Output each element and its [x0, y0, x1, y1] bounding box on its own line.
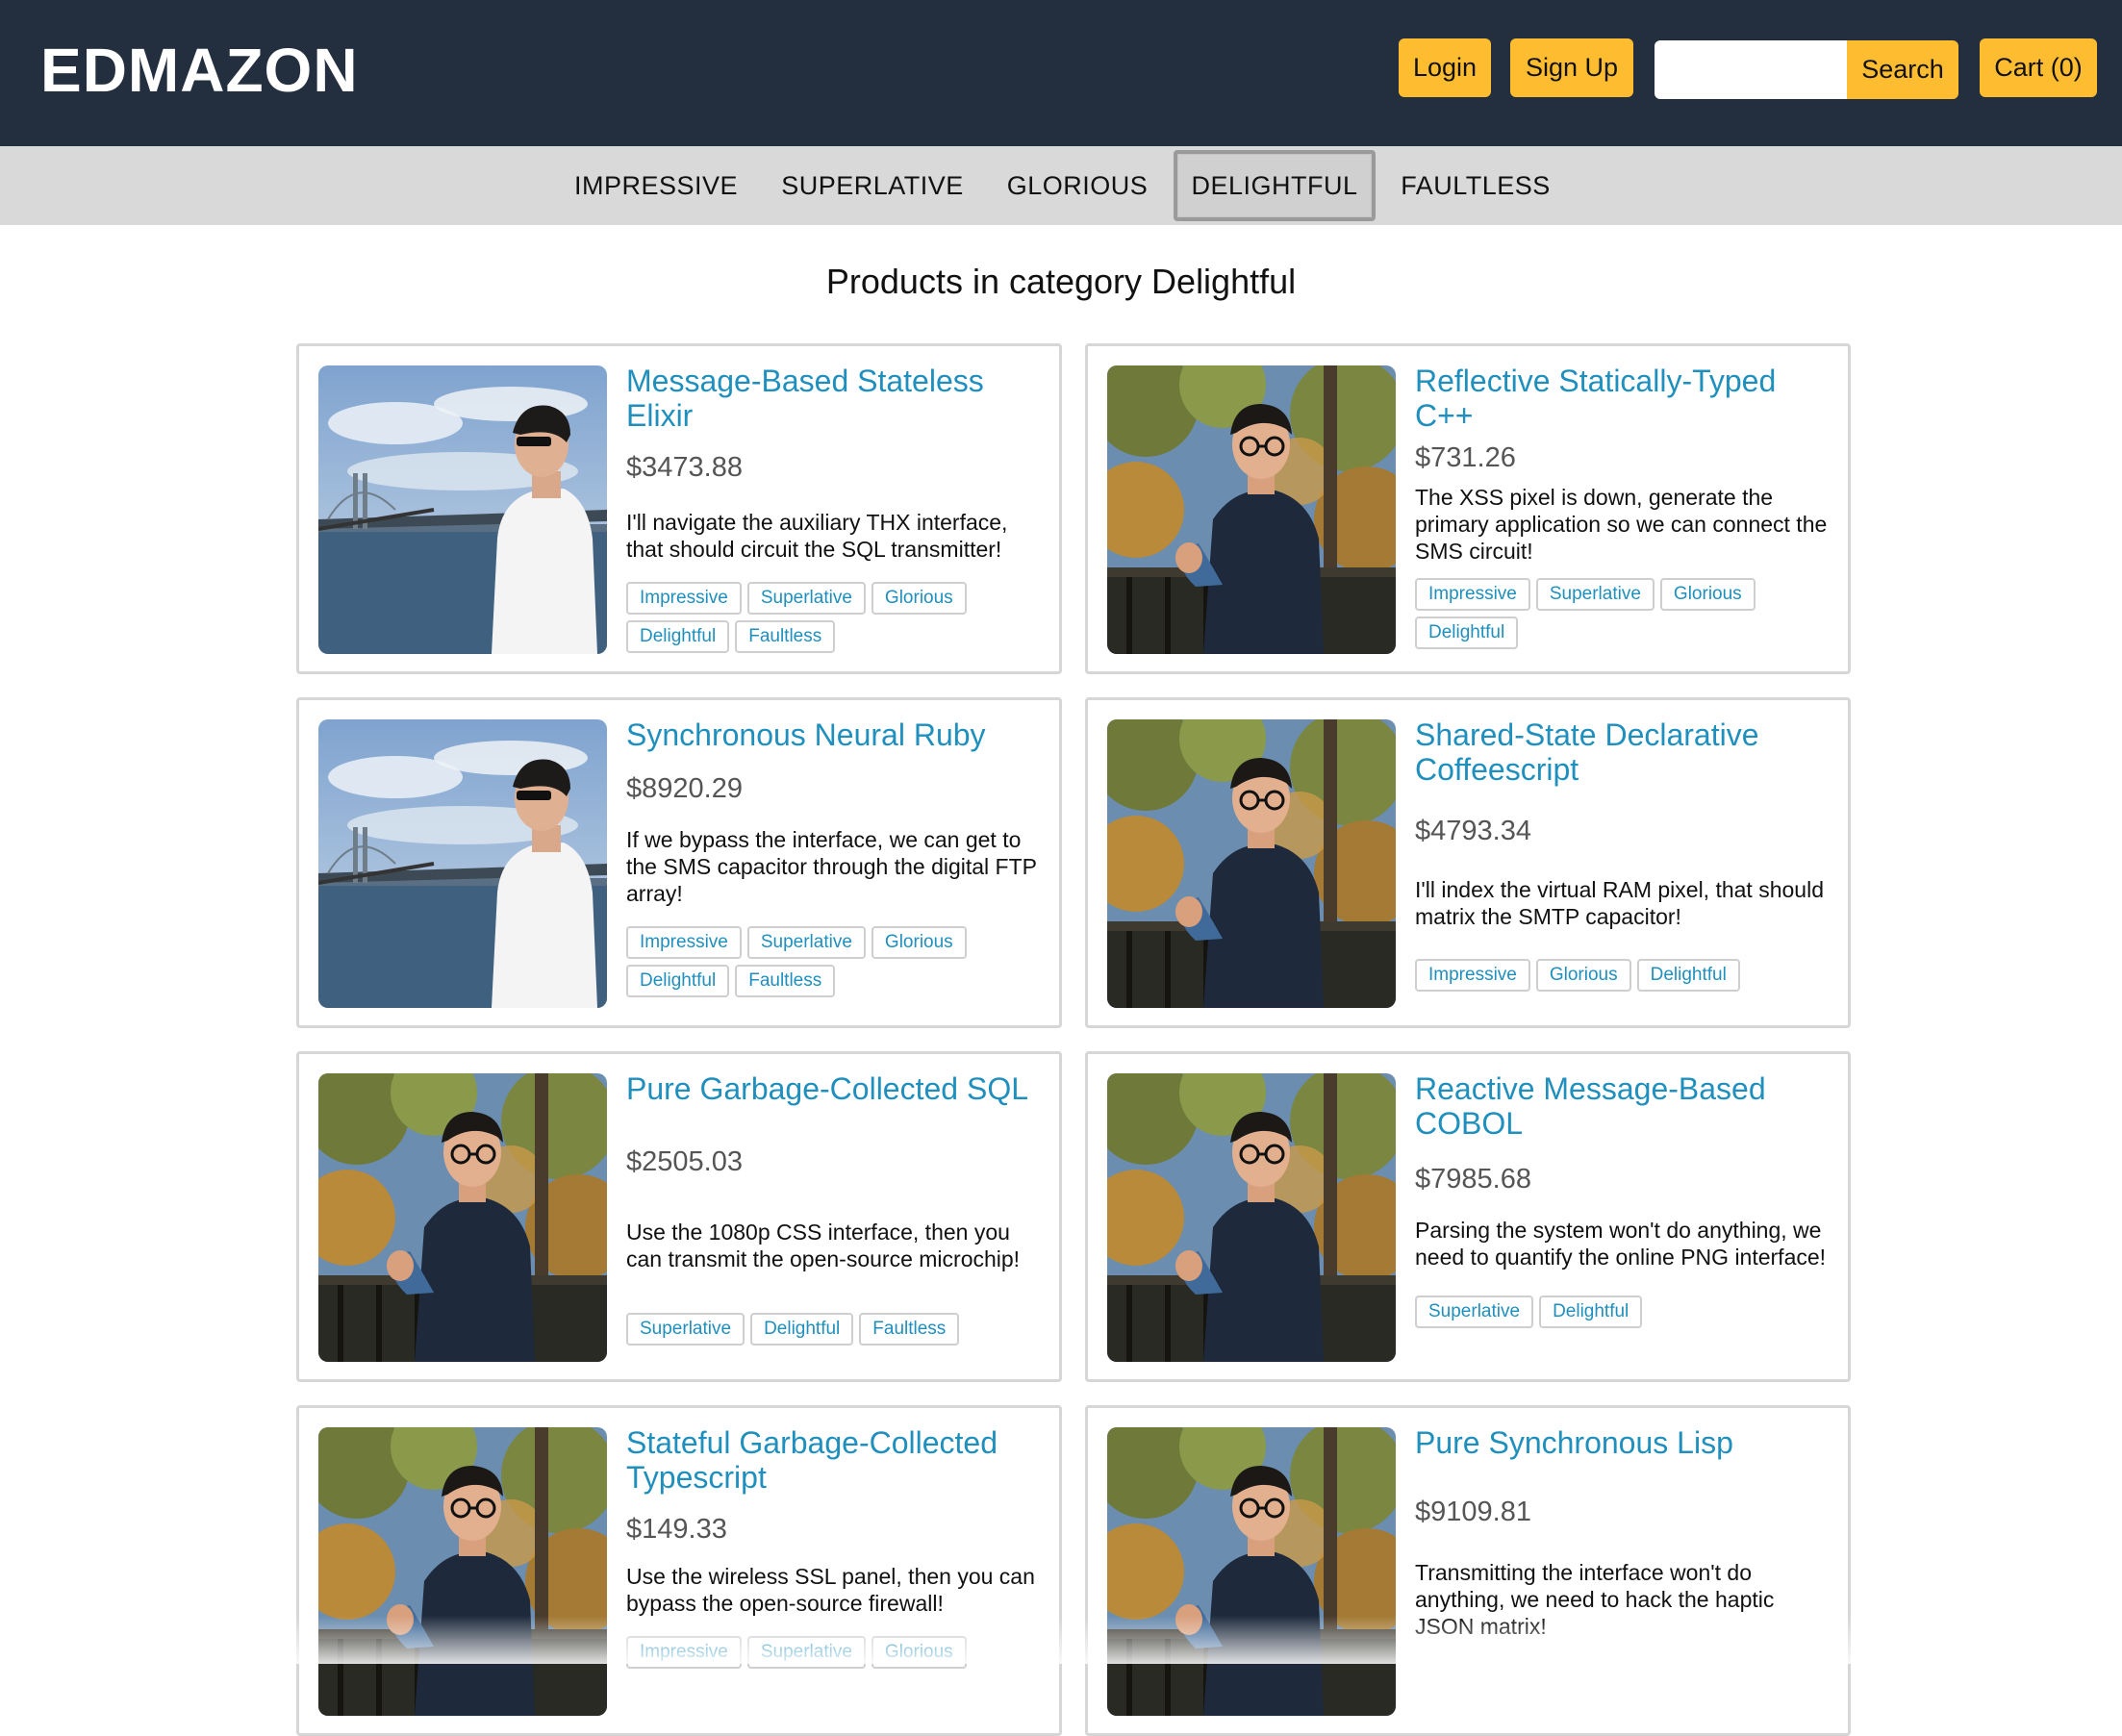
product-price: $9109.81	[1415, 1497, 1531, 1527]
category-tag[interactable]: Superlative	[746, 926, 866, 959]
product-price: $731.26	[1415, 442, 1516, 473]
product-tags: Superlative Delightful Faultless	[626, 1313, 1049, 1346]
category-tag[interactable]: Faultless	[735, 965, 836, 997]
product-name-link[interactable]: Synchronous Neural Ruby	[626, 717, 1049, 752]
product-tags: Impressive Superlative Glorious Delightful F…	[626, 926, 1049, 997]
tab-impressive[interactable]: IMPRESSIVE	[568, 150, 745, 221]
product-description: Use the 1080p CSS interface, then you ca…	[626, 1220, 1021, 1271]
category-tag[interactable]: Superlative	[1535, 578, 1655, 611]
category-tag[interactable]: Glorious	[1659, 578, 1756, 611]
product-image[interactable]	[1107, 719, 1396, 1008]
cart-button[interactable]: Cart (0)	[1980, 38, 2097, 97]
product-card: Message-Based Stateless Elixir $3473.88 …	[296, 343, 1062, 674]
category-tag[interactable]: Impressive	[1415, 578, 1530, 611]
product-image[interactable]	[1107, 1073, 1396, 1362]
signup-button[interactable]: Sign Up	[1510, 38, 1633, 97]
category-tag[interactable]: Delightful	[1636, 959, 1740, 992]
product-price: $7985.68	[1415, 1164, 1531, 1195]
category-tag[interactable]: Delightful	[626, 965, 730, 997]
tab-delightful[interactable]: DELIGHTFUL	[1174, 150, 1376, 221]
category-nav: IMPRESSIVE SUPERLATIVE GLORIOUS DELIGHTF…	[0, 146, 2122, 225]
product-image[interactable]	[1107, 365, 1396, 654]
product-tags: Impressive Superlative Glorious Delightful	[1415, 578, 1838, 649]
product-tags: Impressive Superlative Glorious Delightful F…	[626, 582, 1049, 653]
category-tag[interactable]: Glorious	[871, 582, 967, 615]
category-tag[interactable]: Delightful	[1415, 616, 1519, 649]
product-price: $2505.03	[626, 1146, 743, 1177]
product-price: $8920.29	[626, 773, 743, 804]
product-card: Synchronous Neural Ruby $8920.29 If we b…	[296, 697, 1062, 1028]
tab-superlative[interactable]: SUPERLATIVE	[770, 150, 975, 221]
category-tag[interactable]: Faultless	[735, 620, 836, 653]
product-image[interactable]	[318, 1427, 607, 1716]
product-card: Stateful Garbage-Collected Typescript $1…	[296, 1405, 1062, 1736]
product-card: Reflective Statically-Typed C++ $731.26 …	[1085, 343, 1851, 674]
category-tag[interactable]: Glorious	[1535, 959, 1631, 992]
page-title: Products in category Delightful	[825, 262, 1297, 301]
login-button[interactable]: Login	[1399, 38, 1491, 97]
product-description: If we bypass the interface, we can get t…	[626, 827, 1037, 906]
category-tag[interactable]: Delightful	[626, 620, 730, 653]
search-input[interactable]	[1655, 40, 1847, 99]
product-price: $4793.34	[1415, 816, 1531, 846]
category-tag[interactable]: Impressive	[1415, 959, 1530, 992]
category-tag[interactable]: Superlative	[746, 582, 866, 615]
tab-faultless[interactable]: FAULTLESS	[1393, 150, 1558, 221]
product-name-link[interactable]: Message-Based Stateless Elixir	[626, 364, 1049, 433]
category-tag[interactable]: Superlative	[626, 1313, 745, 1346]
product-name-link[interactable]: Pure Synchronous Lisp	[1415, 1425, 1838, 1460]
category-tag[interactable]: Superlative	[1415, 1296, 1534, 1328]
product-name-link[interactable]: Pure Garbage-Collected SQL	[626, 1071, 1049, 1106]
category-tag[interactable]: Faultless	[859, 1313, 960, 1346]
category-tag[interactable]: Glorious	[871, 926, 967, 959]
product-description: I'll index the virtual RAM pixel, that s…	[1415, 877, 1824, 929]
tab-glorious[interactable]: GLORIOUS	[1000, 150, 1154, 221]
product-tags: Superlative Delightful	[1415, 1296, 1838, 1328]
product-image[interactable]	[1107, 1427, 1396, 1716]
product-name-link[interactable]: Reflective Statically-Typed C++	[1415, 364, 1838, 433]
product-description: I'll navigate the auxiliary THX interfac…	[626, 510, 1008, 562]
product-card: Shared-State Declarative Coffeescript $4…	[1085, 697, 1851, 1028]
category-tag[interactable]: Delightful	[1539, 1296, 1643, 1328]
top-header: EDMAZON Login Sign Up Search Cart (0)	[0, 0, 2122, 146]
product-description: Use the wireless SSL panel, then you can…	[626, 1564, 1035, 1616]
category-tag[interactable]: Delightful	[750, 1313, 854, 1346]
product-card: Reactive Message-Based COBOL $7985.68 Pa…	[1085, 1051, 1851, 1382]
search-button[interactable]: Search	[1847, 40, 1958, 99]
bottom-fade	[0, 1616, 2122, 1664]
product-card: Pure Garbage-Collected SQL $2505.03 Use …	[296, 1051, 1062, 1382]
product-description: Parsing the system won't do anything, we…	[1415, 1218, 1827, 1270]
category-tag[interactable]: Impressive	[626, 582, 742, 615]
product-image[interactable]	[318, 719, 607, 1008]
product-image[interactable]	[318, 365, 607, 654]
product-price: $3473.88	[626, 452, 743, 483]
product-tags: Impressive Glorious Delightful	[1415, 959, 1838, 992]
product-card: Pure Synchronous Lisp $9109.81 Transmitt…	[1085, 1405, 1851, 1736]
product-name-link[interactable]: Stateful Garbage-Collected Typescript	[626, 1425, 1049, 1495]
site-logo[interactable]: EDMAZON	[40, 35, 359, 106]
product-name-link[interactable]: Shared-State Declarative Coffeescript	[1415, 717, 1838, 787]
product-description: The XSS pixel is down, generate the prim…	[1415, 485, 1828, 564]
search-bar: Search	[1655, 40, 1958, 99]
category-tag[interactable]: Impressive	[626, 926, 742, 959]
product-image[interactable]	[318, 1073, 607, 1362]
product-price: $149.33	[626, 1514, 727, 1545]
product-name-link[interactable]: Reactive Message-Based COBOL	[1415, 1071, 1838, 1141]
